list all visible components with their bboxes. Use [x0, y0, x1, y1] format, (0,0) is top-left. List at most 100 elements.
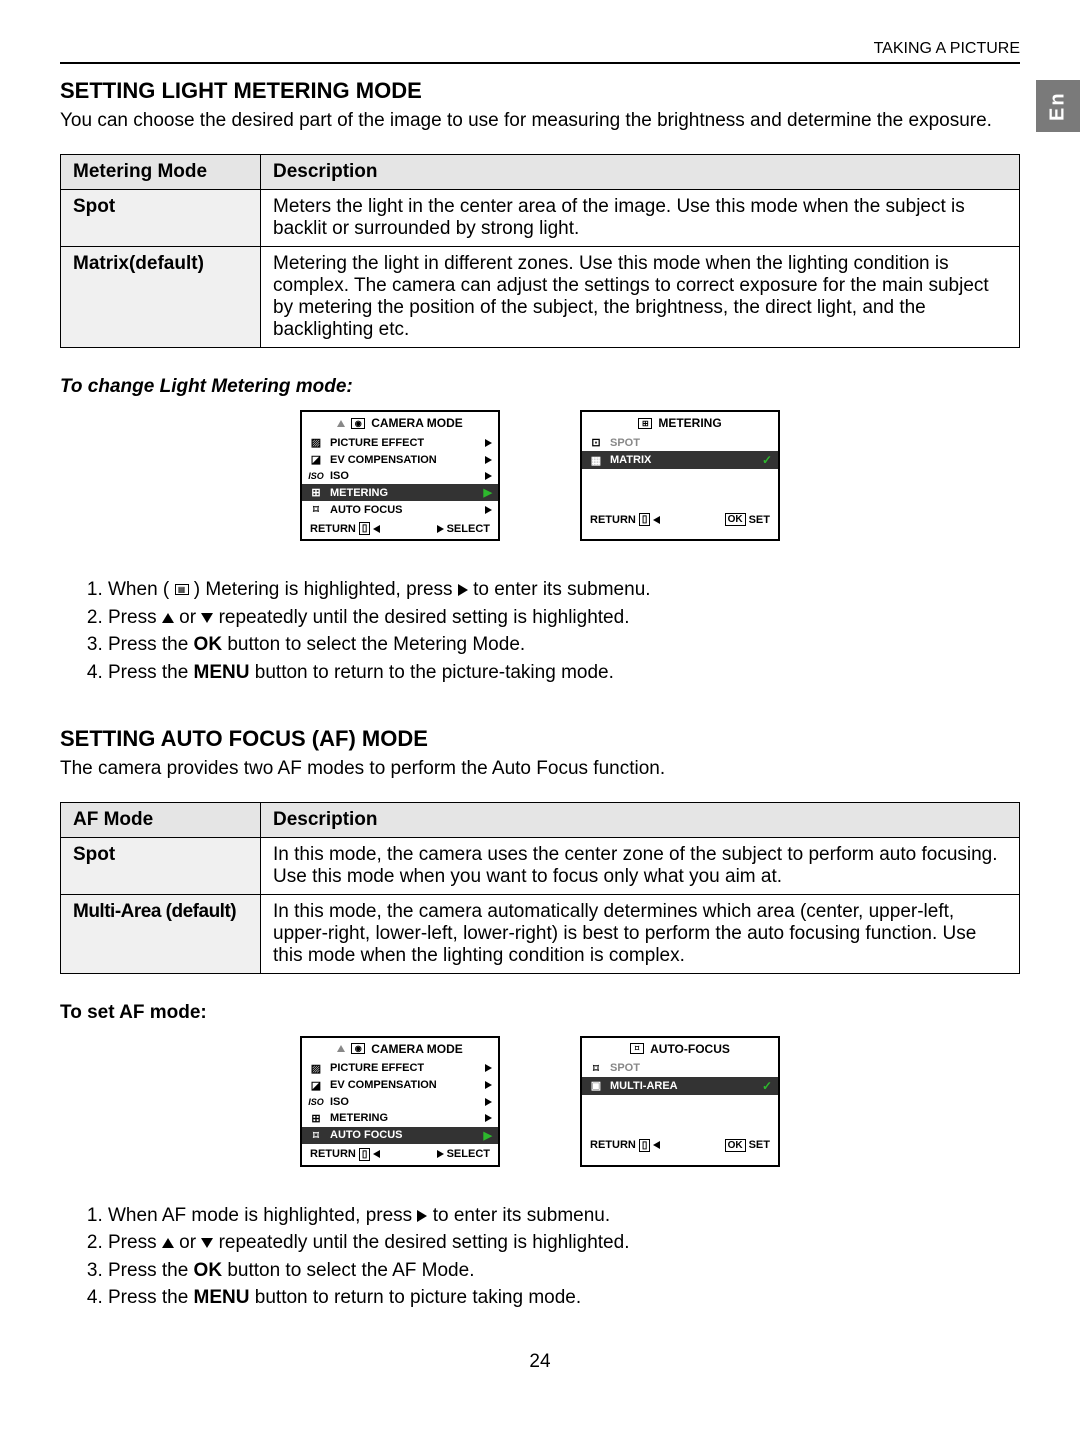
up-arrow-icon: [162, 613, 174, 623]
table-row: Spot Meters the light in the center area…: [61, 190, 1020, 247]
step-2: Press or repeatedly until the desired se…: [108, 1230, 1020, 1256]
spot-icon: ⊡: [588, 436, 604, 449]
page-number: 24: [60, 1351, 1020, 1373]
menu-item-metering[interactable]: ⊞ METERING: [302, 1110, 498, 1127]
menu-item-label: SPOT: [610, 437, 772, 449]
menu-item-label: MULTI-AREA: [610, 1080, 756, 1092]
mode-multi-area: Multi-Area (default): [61, 894, 261, 973]
chevron-right-icon: [485, 1081, 492, 1089]
ok-box-icon: OK: [725, 513, 746, 526]
menu-item-label: ISO: [330, 1096, 479, 1108]
menu-item-label: AUTO FOCUS: [330, 1129, 478, 1141]
right-arrow-icon: [417, 1210, 427, 1222]
menu-item-label: METERING: [330, 1112, 479, 1124]
af-icon: ⌑: [308, 503, 324, 516]
menu-item-autofocus[interactable]: ⌑AUTO FOCUS▶: [302, 1127, 498, 1144]
select-label: SELECT: [447, 523, 490, 535]
step-1: When ( ▦ ) Metering is highlighted, pres…: [108, 577, 1020, 603]
mode-matrix: Matrix(default): [61, 247, 261, 348]
menu-item-label: PICTURE EFFECT: [330, 1062, 479, 1074]
chevron-right-icon: ▶: [484, 1129, 492, 1142]
menu-title: ⊞ METERING: [582, 412, 778, 434]
desc-matrix: Metering the light in different zones. U…: [261, 247, 1020, 348]
ev-icon: ◪: [308, 453, 324, 466]
section2-intro: The camera provides two AF modes to perf…: [60, 758, 1020, 780]
menu-title-text: AUTO-FOCUS: [650, 1042, 730, 1056]
spot-af-icon: ⌑: [588, 1062, 604, 1075]
menu-button-icon: ▯: [359, 1148, 371, 1161]
section1-title: SETTING LIGHT METERING MODE: [60, 78, 1020, 104]
step-3: Press the OK button to select the AF Mod…: [108, 1258, 1020, 1284]
ok-box-icon: OK: [725, 1139, 746, 1152]
menu-button-icon: ▯: [359, 522, 371, 535]
return-label: RETURN: [310, 523, 356, 535]
iso-icon: ISO: [308, 1097, 324, 1107]
section2-steps: When AF mode is highlighted, press to en…: [60, 1203, 1020, 1312]
metering-submenu: ⊞ METERING ⊡ SPOT ▦MATRIX✓ RETURN▯ OK SET: [580, 410, 780, 541]
menu-item-ev-comp[interactable]: ◪ EV COMPENSATION: [302, 1077, 498, 1094]
table-row: Multi-Area (default) In this mode, the c…: [61, 894, 1020, 973]
menu-item-label: AUTO FOCUS: [330, 504, 479, 516]
menu-title-text: CAMERA MODE: [371, 416, 463, 430]
menu-footer: RETURN▯ SELECT: [302, 1144, 498, 1165]
menu-button-icon: ▯: [639, 1139, 651, 1152]
submenu-item-multiarea[interactable]: ▣ MULTI-AREA ✓: [582, 1077, 778, 1095]
mode-spot-af: Spot: [61, 837, 261, 894]
check-icon: ✓: [762, 1079, 772, 1093]
header-section: TAKING A PICTURE: [60, 40, 1020, 62]
menu-footer: RETURN▯ OK SET: [582, 1135, 778, 1156]
step-4: Press the MENU button to return to pictu…: [108, 1285, 1020, 1311]
menu-footer: RETURN▯ OK SET: [582, 509, 778, 530]
menu-title: ⌑ AUTO-FOCUS: [582, 1038, 778, 1060]
menu-item-picture-effect[interactable]: ▨PICTURE EFFECT: [302, 434, 498, 451]
menu-title: ◉ CAMERA MODE: [302, 1038, 498, 1060]
step-4: Press the MENU button to return to the p…: [108, 660, 1020, 686]
menu-item-label: EV COMPENSATION: [330, 1079, 479, 1091]
col-metering-mode: Metering Mode: [61, 155, 261, 190]
return-label: RETURN: [590, 514, 636, 526]
iso-icon: ISO: [308, 471, 324, 481]
header-rule: [60, 62, 1020, 64]
desc-spot: Meters the light in the center area of t…: [261, 190, 1020, 247]
menu-item-label: MATRIX: [610, 454, 756, 466]
submenu-item-spot[interactable]: ⊡ SPOT: [582, 434, 778, 451]
metering-icon: ⊞: [308, 486, 324, 499]
metering-icon: ⊞: [638, 418, 652, 429]
menu-item-ev-comp[interactable]: ◪EV COMPENSATION: [302, 451, 498, 468]
step-2: Press or repeatedly until the desired se…: [108, 605, 1020, 631]
menu-title-text: METERING: [658, 416, 721, 430]
menu-item-iso[interactable]: ISO ISO: [302, 468, 498, 484]
metering-icon: ⊞: [308, 1112, 324, 1125]
menu-item-metering[interactable]: ⊞METERING▶: [302, 484, 498, 501]
set-label: SET: [749, 514, 770, 526]
ev-icon: ◪: [308, 1079, 324, 1092]
menu-item-iso[interactable]: ISO ISO: [302, 1094, 498, 1110]
menu-item-picture-effect[interactable]: ▨ PICTURE EFFECT: [302, 1060, 498, 1077]
language-tab: En: [1036, 80, 1080, 132]
section1-subhead: To change Light Metering mode:: [60, 376, 1020, 398]
menu-title-text: CAMERA MODE: [371, 1042, 463, 1056]
left-arrow-icon: [373, 525, 380, 533]
chevron-right-icon: [485, 1114, 492, 1122]
section2-menus: ◉ CAMERA MODE ▨ PICTURE EFFECT ◪ EV COMPEN…: [60, 1036, 1020, 1167]
camera-icon: ◉: [351, 1043, 365, 1054]
picture-effect-icon: ▨: [308, 1062, 324, 1075]
matrix-icon: ▦: [175, 584, 189, 595]
select-label: SELECT: [447, 1148, 490, 1160]
up-arrow-icon: [337, 1045, 345, 1052]
chevron-right-icon: [485, 506, 492, 514]
submenu-item-spot-af[interactable]: ⌑SPOT: [582, 1060, 778, 1077]
section1-steps: When ( ▦ ) Metering is highlighted, pres…: [60, 577, 1020, 686]
left-arrow-icon: [373, 1150, 380, 1158]
menu-item-label: ISO: [330, 470, 479, 482]
chevron-right-icon: [485, 456, 492, 464]
chevron-right-icon: [485, 472, 492, 480]
submenu-item-matrix[interactable]: ▦MATRIX✓: [582, 451, 778, 469]
down-arrow-icon: [201, 1238, 213, 1248]
menu-item-label: METERING: [330, 487, 478, 499]
spacer: [582, 1095, 778, 1135]
col-description: Description: [261, 802, 1020, 837]
menu-footer: RETURN▯ SELECT: [302, 518, 498, 539]
multiarea-icon: ▣: [588, 1079, 604, 1092]
menu-item-autofocus[interactable]: ⌑ AUTO FOCUS: [302, 501, 498, 518]
